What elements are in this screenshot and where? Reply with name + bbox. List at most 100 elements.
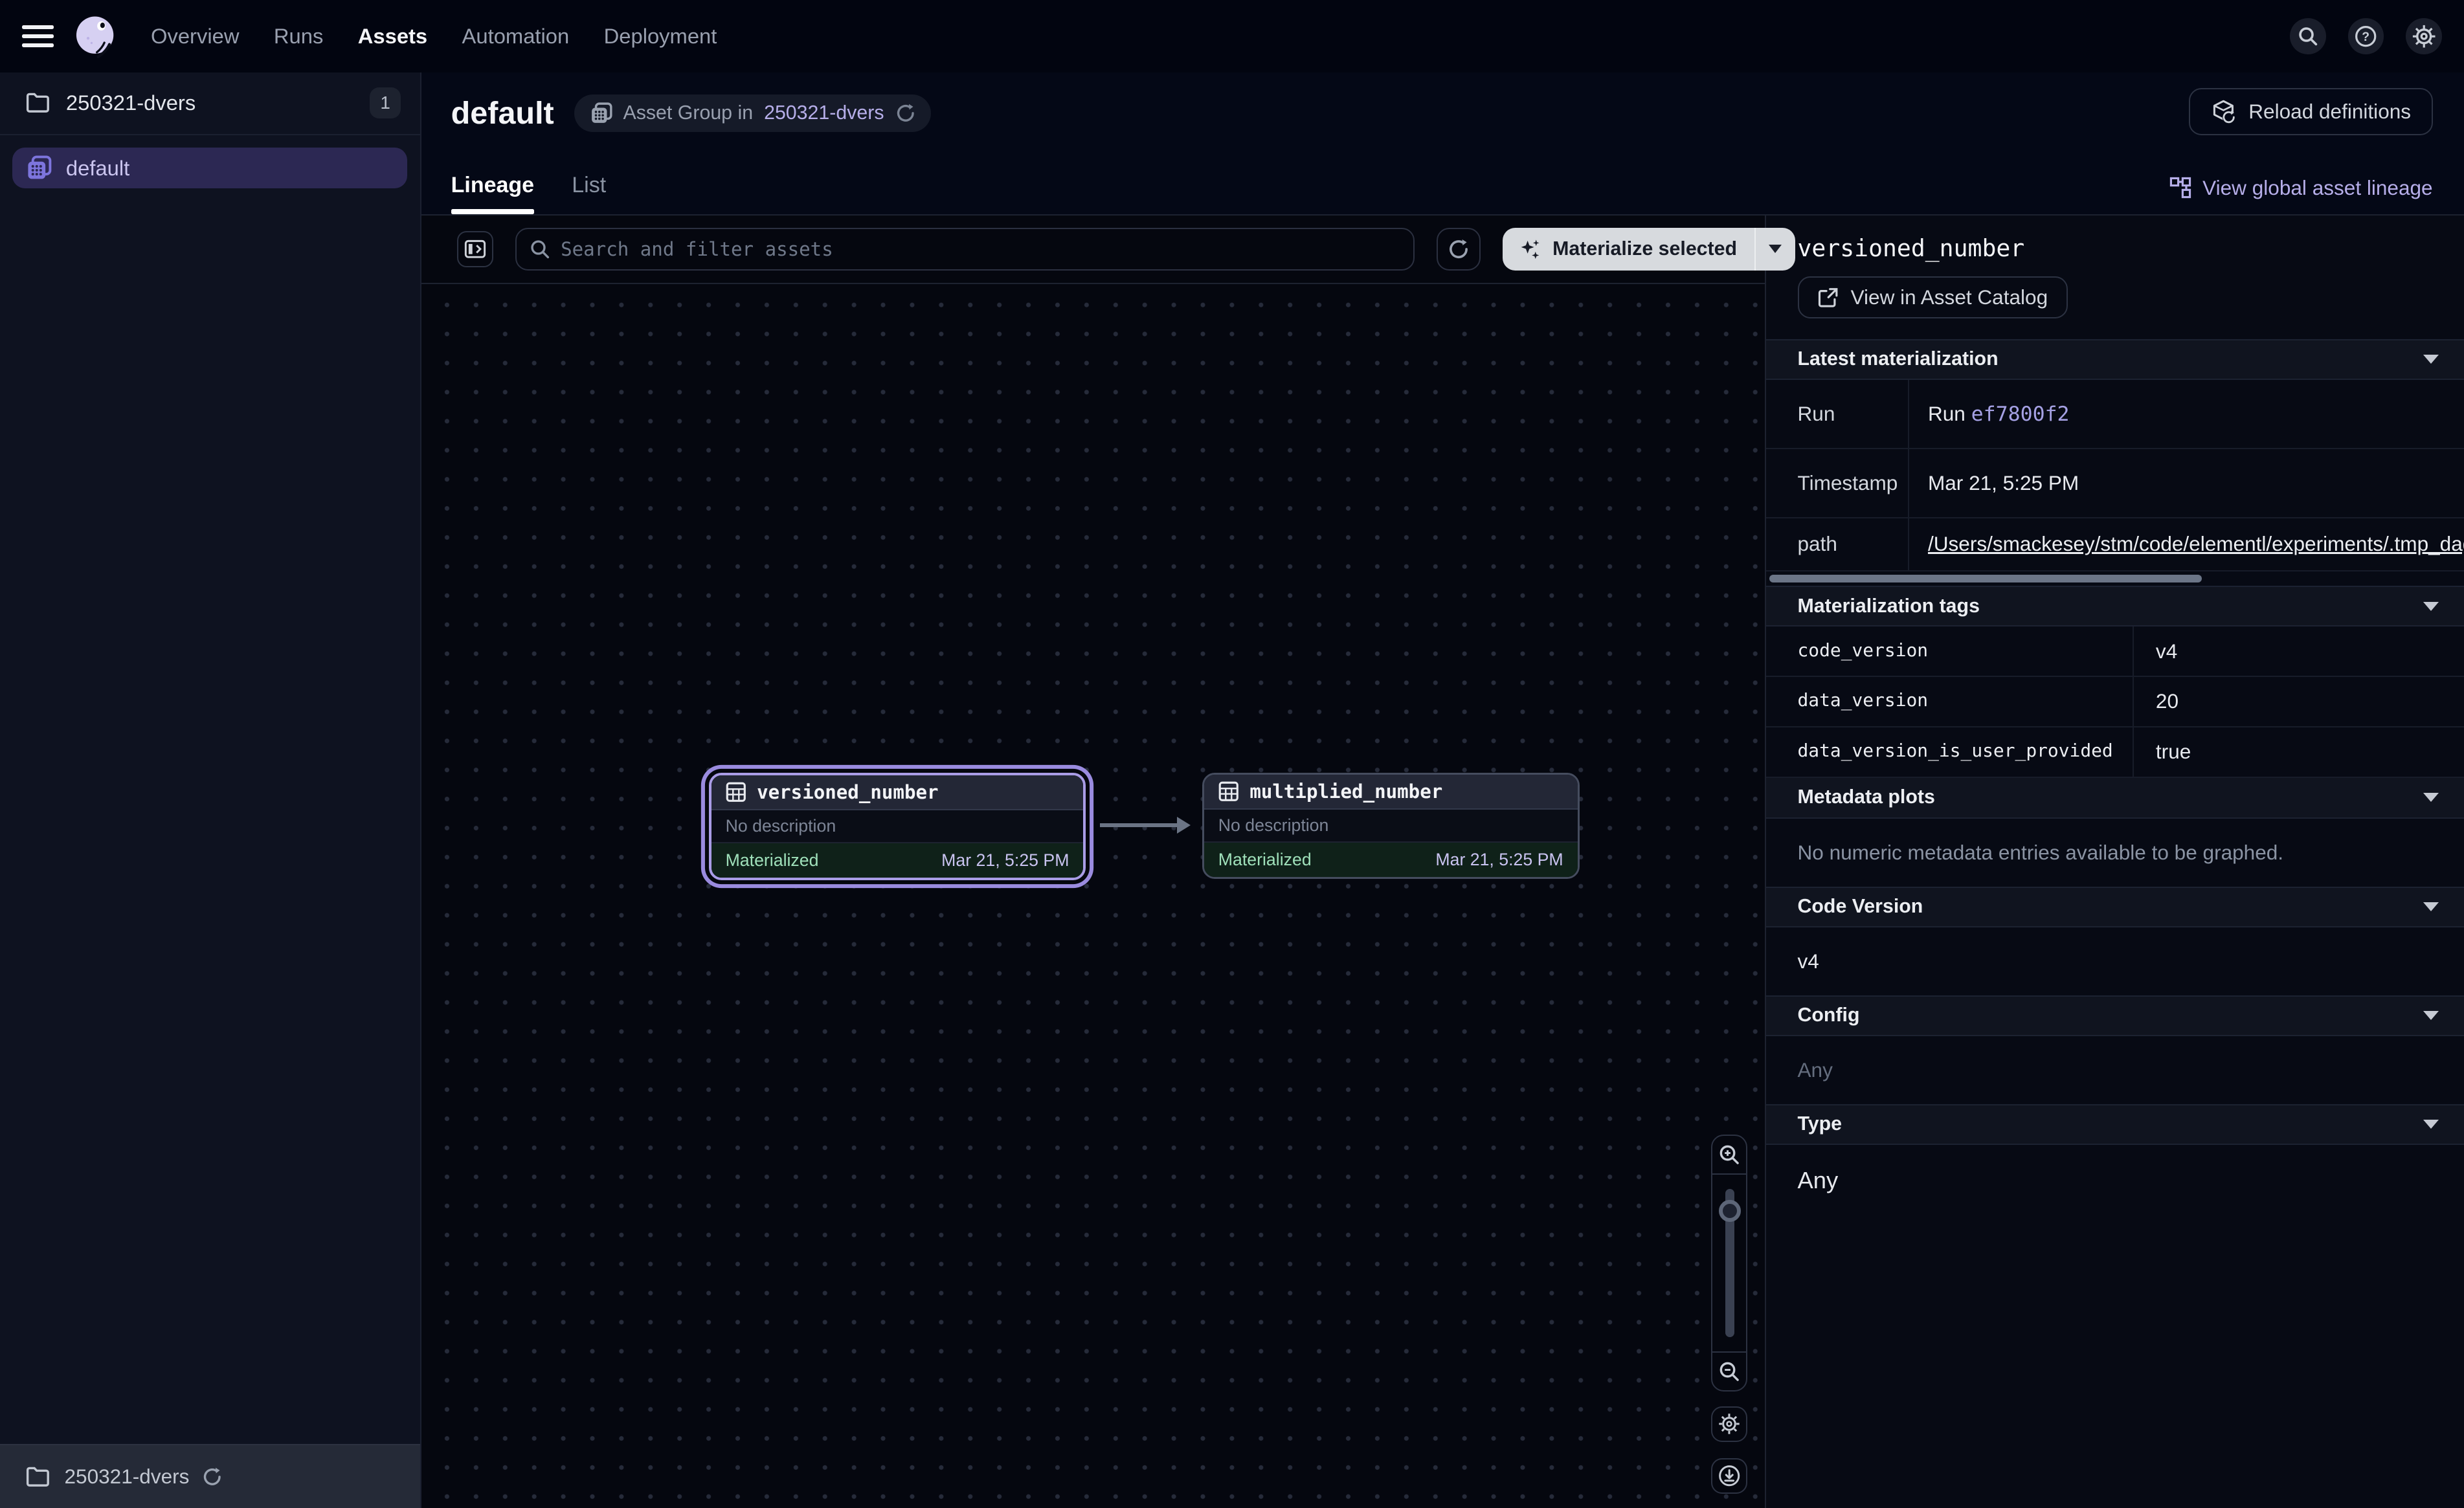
section-materialization-tags[interactable]: Materialization tags [1766, 586, 2464, 626]
metadata-plots-empty-text: No numeric metadata entries available to… [1766, 819, 2464, 887]
chevron-down-icon [2423, 902, 2439, 911]
reload-definitions-button[interactable]: Reload definitions [2189, 88, 2432, 135]
chevron-down-icon [2423, 602, 2439, 611]
edge-line [1100, 823, 1177, 827]
panel-expand-icon [464, 239, 486, 260]
node-description: No description [1204, 810, 1578, 843]
badge-group-link[interactable]: 250321-dvers [764, 102, 884, 124]
asset-group-icon [27, 155, 52, 181]
node-timestamp: Mar 21, 5:25 PM [1435, 850, 1563, 870]
download-image-button[interactable] [1711, 1458, 1747, 1494]
view-tabs: Lineage List [451, 173, 607, 214]
search-input[interactable] [515, 228, 1414, 271]
asset-group-badge[interactable]: Asset Group in 250321-dvers [574, 94, 931, 132]
graph-toolbar: Materialize selected [421, 216, 1765, 285]
sidebar-group-row[interactable]: 250321-dvers 1 [0, 72, 420, 135]
gear-icon [2412, 25, 2436, 48]
run-id-link[interactable]: ef7800f2 [1971, 403, 2070, 426]
search-icon [530, 239, 550, 260]
reload-cube-icon [2211, 99, 2236, 124]
materialize-dropdown-button[interactable] [1754, 228, 1795, 271]
asset-node-multiplied-number[interactable]: multiplied_number No description Materia… [1202, 773, 1580, 879]
zoom-slider [1712, 1173, 1746, 1353]
table-grid-icon [726, 782, 746, 803]
materialize-selected-button[interactable]: Materialize selected [1503, 228, 1754, 271]
refresh-icon[interactable] [202, 1467, 223, 1487]
path-link[interactable]: /Users/smackesey/stm/code/elementl/exper… [1928, 532, 2464, 555]
asset-search [515, 228, 1414, 271]
help-icon: ? [2354, 25, 2377, 48]
section-type[interactable]: Type [1766, 1104, 2464, 1145]
tab-list[interactable]: List [572, 173, 606, 214]
sidebar-footer-label: 250321-dvers [65, 1465, 190, 1489]
sparkle-icon [1519, 238, 1541, 260]
view-in-asset-catalog-label: View in Asset Catalog [1851, 285, 2048, 309]
tag-value: 20 [2134, 677, 2464, 726]
settings-button[interactable] [2406, 18, 2442, 54]
config-value: Any [1766, 1036, 2464, 1104]
nav-item-automation[interactable]: Automation [462, 24, 570, 49]
node-status: Materialized [726, 850, 819, 870]
dagster-logo[interactable] [71, 12, 119, 60]
zoom-in-button[interactable] [1712, 1136, 1746, 1173]
chevron-down-icon [2423, 1011, 2439, 1020]
chevron-down-icon [1769, 245, 1782, 253]
table-row: data_version_is_user_provided true [1766, 727, 2464, 778]
table-row: Run Run ef7800f2 [1766, 380, 2464, 449]
top-nav: Overview Runs Assets Automation Deployme… [0, 0, 2464, 72]
content-area: default Asset Group in 250321-dvers [421, 72, 2464, 1508]
gear-icon [1718, 1413, 1740, 1435]
nav-item-overview[interactable]: Overview [151, 24, 240, 49]
lineage-edge [1100, 817, 1191, 834]
panel-asset-title: versioned_number [1798, 234, 2433, 262]
download-icon [1718, 1464, 1741, 1487]
sidebar-item-default[interactable]: default [12, 148, 407, 188]
graph-settings-button[interactable] [1711, 1406, 1747, 1443]
node-description: No description [711, 810, 1084, 843]
section-metadata-plots[interactable]: Metadata plots [1766, 778, 2464, 819]
expand-panel-button[interactable] [457, 231, 493, 267]
node-status: Materialized [1218, 850, 1312, 870]
materialize-selected-split-button: Materialize selected [1503, 228, 1795, 271]
zoom-out-button[interactable] [1712, 1353, 1746, 1390]
view-global-lineage-link[interactable]: View global asset lineage [2169, 176, 2432, 200]
zoom-slider-handle[interactable] [1719, 1200, 1741, 1222]
menu-icon[interactable] [22, 25, 54, 47]
section-latest-materialization[interactable]: Latest materialization [1766, 339, 2464, 380]
materialize-selected-label: Materialize selected [1552, 238, 1737, 260]
nav-item-assets[interactable]: Assets [358, 24, 427, 49]
node-timestamp: Mar 21, 5:25 PM [941, 850, 1069, 870]
row-label: path [1766, 518, 1909, 571]
tag-value: v4 [2134, 626, 2464, 676]
view-in-asset-catalog-button[interactable]: View in Asset Catalog [1798, 276, 2068, 319]
section-code-version[interactable]: Code Version [1766, 887, 2464, 927]
sidebar-group-label: 250321-dvers [66, 91, 196, 115]
sidebar-group-count-badge: 1 [370, 87, 401, 119]
row-label: Timestamp [1766, 449, 1909, 517]
lineage-graph-icon [2169, 177, 2191, 199]
edge-arrowhead [1177, 817, 1191, 834]
row-label: Run [1766, 380, 1909, 448]
tab-lineage[interactable]: Lineage [451, 173, 534, 214]
horizontal-scrollbar [1766, 571, 2464, 586]
asset-node-versioned-number[interactable]: versioned_number No description Material… [709, 773, 1086, 880]
lineage-graph-section: Materialize selected versioned_number No… [421, 216, 1765, 1508]
tag-key: data_version [1766, 677, 2134, 726]
search-icon [2298, 26, 2318, 47]
refresh-graph-button[interactable] [1437, 228, 1481, 271]
svg-text:?: ? [2362, 30, 2370, 44]
chevron-down-icon [2423, 1120, 2439, 1129]
nav-item-deployment[interactable]: Deployment [604, 24, 717, 49]
folder-icon [25, 93, 50, 113]
dagster-app: Overview Runs Assets Automation Deployme… [0, 0, 2464, 1508]
view-global-lineage-label: View global asset lineage [2202, 176, 2432, 200]
help-button[interactable]: ? [2348, 18, 2384, 54]
tag-key: code_version [1766, 626, 2134, 676]
refresh-icon[interactable] [895, 103, 916, 124]
section-config[interactable]: Config [1766, 995, 2464, 1036]
lineage-canvas[interactable]: versioned_number No description Material… [421, 284, 1765, 1508]
search-button[interactable] [2290, 18, 2326, 54]
tag-key: data_version_is_user_provided [1766, 727, 2134, 777]
nav-item-runs[interactable]: Runs [274, 24, 323, 49]
scrollbar-thumb[interactable] [1769, 575, 2202, 582]
